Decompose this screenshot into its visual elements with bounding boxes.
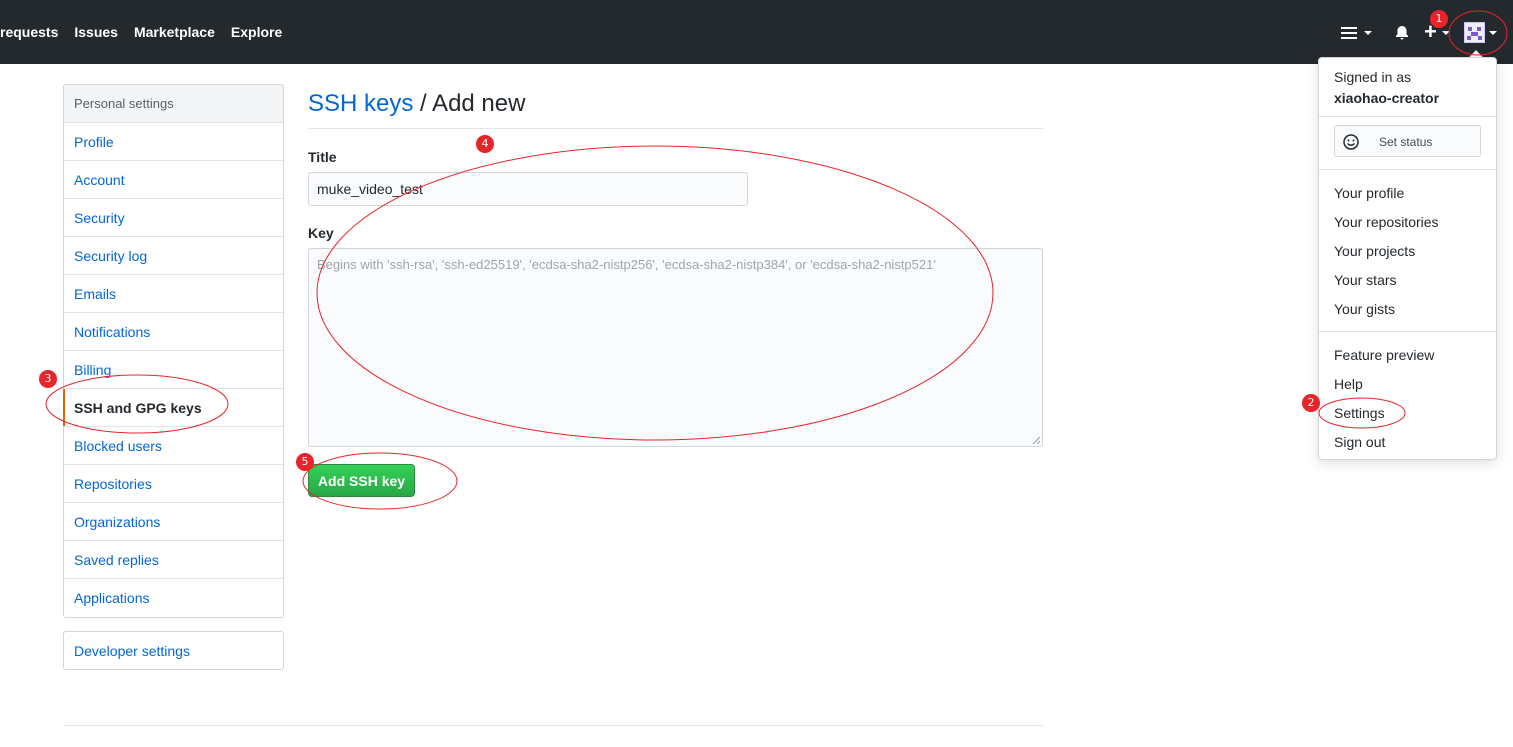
sidebar-heading: Personal settings: [64, 85, 283, 123]
set-status-label: Set status: [1379, 135, 1433, 149]
set-status-button[interactable]: Set status: [1334, 125, 1481, 157]
username: xiaohao-creator: [1334, 90, 1440, 106]
sidebar-item-account[interactable]: Account: [64, 161, 283, 199]
sidebar-item-security-log[interactable]: Security log: [64, 237, 283, 275]
annotation-badge-1: 1: [1430, 10, 1448, 28]
menu-feature-preview[interactable]: Feature preview: [1334, 347, 1434, 363]
smiley-icon: [1343, 134, 1359, 150]
menu-sign-out[interactable]: Sign out: [1334, 434, 1385, 450]
settings-sidebar: Personal settings Profile Account Securi…: [63, 84, 284, 618]
menu-your-profile[interactable]: Your profile: [1334, 185, 1404, 201]
sidebar-item-emails[interactable]: Emails: [64, 275, 283, 313]
sidebar-item-repositories[interactable]: Repositories: [64, 465, 283, 503]
key-label: Key: [308, 225, 334, 241]
divider: [308, 128, 1043, 129]
sidebar-item-billing[interactable]: Billing: [64, 351, 283, 389]
title-field[interactable]: [308, 172, 748, 206]
divider: [1319, 116, 1496, 117]
sidebar-item-applications[interactable]: Applications: [64, 579, 283, 617]
header-nav: requests Issues Marketplace Explore: [0, 24, 282, 40]
menu-your-projects[interactable]: Your projects: [1334, 243, 1415, 259]
sidebar-item-security[interactable]: Security: [64, 199, 283, 237]
signed-in-as-label: Signed in as: [1334, 69, 1412, 85]
menu-settings[interactable]: Settings: [1334, 405, 1385, 421]
top-header: requests Issues Marketplace Explore +: [0, 0, 1513, 64]
annotation-badge-4: 4: [476, 135, 494, 153]
key-field[interactable]: [308, 248, 1043, 447]
avatar[interactable]: [1464, 22, 1485, 43]
nav-issues[interactable]: Issues: [74, 24, 118, 40]
footer-divider: [63, 725, 1043, 726]
nav-explore[interactable]: Explore: [231, 24, 282, 40]
bell-icon[interactable]: [1394, 25, 1410, 41]
sidebar-item-ssh-gpg-keys[interactable]: SSH and GPG keys: [63, 389, 283, 427]
sidebar-item-saved-replies[interactable]: Saved replies: [64, 541, 283, 579]
chevron-down-icon: [1489, 31, 1497, 35]
annotation-badge-5: 5: [296, 453, 314, 471]
menu-help[interactable]: Help: [1334, 376, 1363, 392]
page-title: SSH keys / Add new: [308, 90, 525, 118]
divider: [1319, 331, 1496, 332]
menu-your-stars[interactable]: Your stars: [1334, 272, 1397, 288]
user-dropdown-menu: Signed in as xiaohao-creator Set status …: [1318, 57, 1497, 460]
breadcrumb-current: / Add new: [413, 90, 526, 117]
nav-pull-requests[interactable]: requests: [0, 24, 58, 40]
sidebar-item-developer-settings[interactable]: Developer settings: [63, 631, 284, 670]
annotation-badge-3: 3: [39, 370, 57, 388]
divider: [1319, 169, 1496, 170]
chevron-down-icon: [1364, 31, 1372, 35]
resize-grip-icon[interactable]: [1032, 436, 1041, 445]
menu-your-repositories[interactable]: Your repositories: [1334, 214, 1439, 230]
menu-your-gists[interactable]: Your gists: [1334, 301, 1395, 317]
title-label: Title: [308, 149, 337, 165]
sidebar-item-notifications[interactable]: Notifications: [64, 313, 283, 351]
nav-marketplace[interactable]: Marketplace: [134, 24, 215, 40]
sidebar-item-organizations[interactable]: Organizations: [64, 503, 283, 541]
add-ssh-key-button[interactable]: Add SSH key: [308, 464, 415, 497]
chevron-down-icon: [1442, 31, 1450, 35]
annotation-badge-2: 2: [1302, 394, 1320, 412]
sidebar-item-blocked-users[interactable]: Blocked users: [64, 427, 283, 465]
sidebar-item-profile[interactable]: Profile: [64, 123, 283, 161]
menu-icon[interactable]: [1341, 27, 1357, 39]
breadcrumb-ssh-keys-link[interactable]: SSH keys: [308, 90, 413, 117]
